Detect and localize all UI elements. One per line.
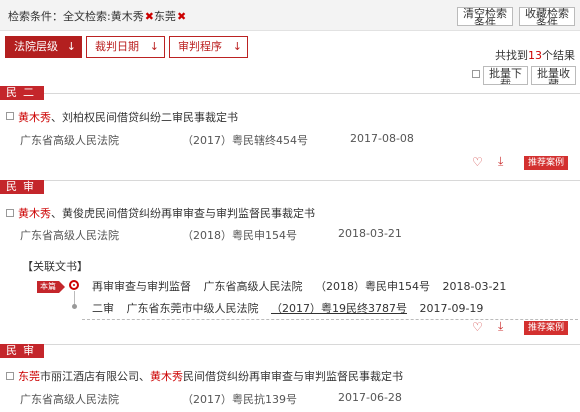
timeline-line <box>74 291 75 305</box>
batch-download-button[interactable]: 批量下载 <box>483 66 528 85</box>
remove-term-2-icon[interactable]: ✖ <box>177 10 186 23</box>
divider <box>0 180 580 181</box>
related-case-number: （2018）粤民申154号 <box>315 280 430 293</box>
sort-judgment-date[interactable]: 裁判日期 ↓ <box>86 36 165 58</box>
sort-trial-procedure[interactable]: 审判程序 ↓ <box>169 36 248 58</box>
section-tag: 民二 <box>0 86 44 100</box>
title-highlight: 黄木秀 <box>18 111 51 124</box>
result-case-number: （2018）粤民申154号 <box>182 229 297 242</box>
title-highlight: 东莞 <box>18 370 40 383</box>
download-icon[interactable]: ⤓ <box>498 319 503 334</box>
sort-arrow-icon: ↓ <box>66 40 76 53</box>
result-date: 2017-06-28 <box>338 391 402 404</box>
result-checkbox[interactable] <box>6 112 14 120</box>
title-text: 民间借贷纠纷再审审查与审判监督民事裁定书 <box>183 370 403 383</box>
result-count-suffix: 个结果 <box>542 49 575 62</box>
result-case-number: （2017）粤民抗139号 <box>182 393 297 406</box>
result-court: 广东省高级人民法院 <box>20 134 119 147</box>
related-court: 广东省高级人民法院 <box>203 280 303 293</box>
select-all-checkbox[interactable] <box>472 70 480 78</box>
sort-court-level-label: 法院层级 <box>14 40 58 53</box>
title-text: 、刘柏权民间借贷纠纷二审民事裁定书 <box>51 111 238 124</box>
result-court: 广东省高级人民法院 <box>20 229 119 242</box>
download-icon[interactable]: ⤓ <box>498 154 503 169</box>
sort-trial-procedure-label: 审判程序 <box>178 40 222 53</box>
dashed-divider <box>82 319 578 320</box>
result-count-number: 13 <box>528 49 542 62</box>
remove-term-1-icon[interactable]: ✖ <box>145 10 154 23</box>
related-stage: 二审 <box>92 302 114 315</box>
search-condition: 检索条件：全文检索:黄木秀✖东莞✖ <box>8 8 186 24</box>
result-checkbox[interactable] <box>6 209 14 217</box>
related-case-number-link[interactable]: （2017）粤19民终3787号 <box>271 302 407 315</box>
recommend-badge[interactable]: 推荐案例 <box>524 156 569 170</box>
related-stage: 再审审查与审判监督 <box>92 280 191 293</box>
save-search-button[interactable]: 收藏检索条件 <box>519 7 575 26</box>
recommend-badge[interactable]: 推荐案例 <box>524 321 569 335</box>
related-row-1: 再审审查与审判监督 广东省高级人民法院 （2018）粤民申154号 2018-0… <box>92 278 506 294</box>
section-tag: 民审 <box>0 180 44 194</box>
title-highlight: 黄木秀 <box>150 370 183 383</box>
result-date: 2017-08-08 <box>350 132 414 145</box>
section-tag: 民审 <box>0 344 44 358</box>
sort-court-level[interactable]: 法院层级 ↓ <box>5 36 82 58</box>
related-row-2[interactable]: 二审 广东省东莞市中级人民法院 （2017）粤19民终3787号 2017-09… <box>92 300 483 316</box>
related-date: 2018-03-21 <box>442 280 507 293</box>
batch-favorite-button[interactable]: 批量收藏 <box>531 66 576 85</box>
timeline-dot <box>72 304 77 309</box>
result-date: 2018-03-21 <box>338 227 402 240</box>
current-doc-badge: 本篇 <box>37 281 65 293</box>
search-condition-bar: 检索条件：全文检索:黄木秀✖东莞✖ 清空检索条件 收藏检索条件 <box>0 0 580 31</box>
related-court: 广东省东莞市中级人民法院 <box>126 302 259 315</box>
title-text: 、黄俊虎民间借贷纠纷再审审查与审判监督民事裁定书 <box>51 207 315 220</box>
title-text: 市丽江酒店有限公司、 <box>40 370 150 383</box>
related-date: 2017-09-19 <box>419 302 484 315</box>
search-condition-prefix: 检索条件：全文检索: <box>8 10 111 23</box>
related-docs-title: 【关联文书】 <box>22 260 88 273</box>
sort-arrow-icon: ↓ <box>232 40 242 53</box>
search-term-1: 黄木秀 <box>110 10 144 23</box>
result-case-number: （2017）粤民辖终454号 <box>182 134 308 147</box>
result-count-prefix: 共找到 <box>495 49 528 62</box>
sort-judgment-date-label: 裁判日期 <box>95 40 139 53</box>
timeline-current-dot <box>69 280 79 290</box>
heart-icon[interactable]: ♡ <box>472 320 483 334</box>
divider <box>0 344 580 345</box>
sort-arrow-icon: ↓ <box>149 40 159 53</box>
clear-search-button[interactable]: 清空检索条件 <box>457 7 513 26</box>
result-count: 共找到13个结果 <box>495 47 575 63</box>
result-court: 广东省高级人民法院 <box>20 393 119 406</box>
result-title-link[interactable]: 东莞市丽江酒店有限公司、黄木秀民间借贷纠纷再审审查与审判监督民事裁定书 <box>18 368 403 384</box>
title-highlight: 黄木秀 <box>18 207 51 220</box>
heart-icon[interactable]: ♡ <box>472 155 483 169</box>
result-title-link[interactable]: 黄木秀、刘柏权民间借贷纠纷二审民事裁定书 <box>18 109 238 125</box>
result-title-link[interactable]: 黄木秀、黄俊虎民间借贷纠纷再审审查与审判监督民事裁定书 <box>18 205 315 221</box>
search-term-2: 东莞 <box>153 10 176 23</box>
result-checkbox[interactable] <box>6 372 14 380</box>
divider <box>0 93 580 94</box>
